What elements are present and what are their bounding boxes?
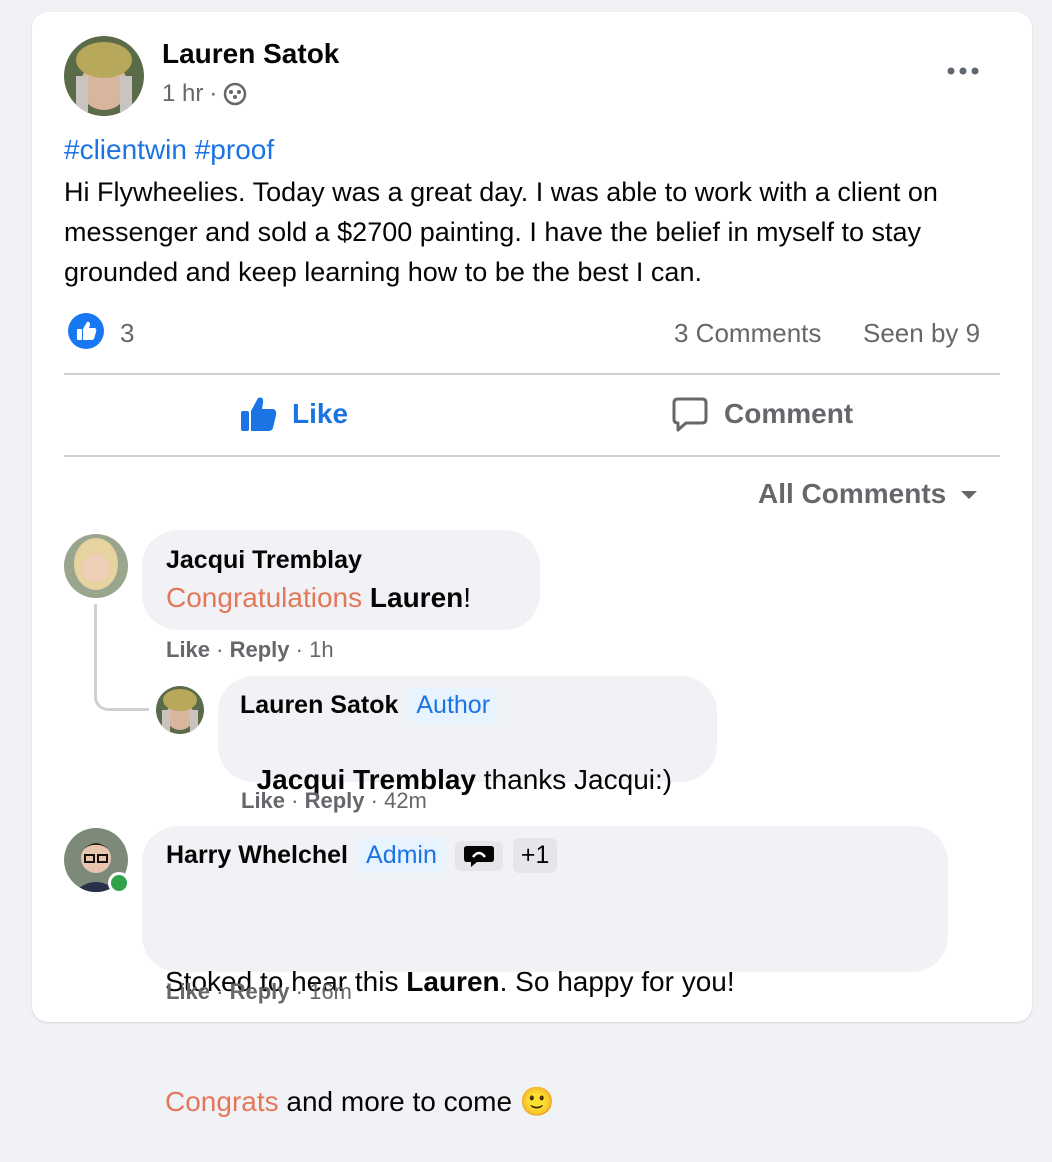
comment-time[interactable]: 16m (309, 979, 352, 1004)
mention-text: Lauren (406, 966, 500, 997)
comment-label: Comment (724, 398, 854, 429)
reply-text: Jacqui Tremblay thanks Jacqui:) (256, 764, 673, 795)
like-button[interactable]: Like (240, 396, 348, 432)
reply-actions: Like · Reply · 42m (241, 788, 427, 813)
like-link[interactable]: Like (166, 979, 210, 1004)
comment-time[interactable]: 1h (309, 637, 333, 662)
thread-connector (94, 604, 149, 711)
sort-label: All Comments (758, 478, 947, 509)
extra-badges-count[interactable]: +1 (512, 838, 558, 873)
like-label: Like (292, 398, 349, 429)
author-avatar[interactable] (64, 36, 144, 116)
comment-author[interactable]: Jacqui Tremblay (166, 546, 362, 575)
reply-link[interactable]: Reply (305, 788, 365, 813)
like-link[interactable]: Like (166, 637, 210, 662)
reply-header: Lauren Satok Author (240, 688, 499, 723)
comment-actions: Like · Reply · 16m (166, 979, 352, 1004)
more-icon[interactable] (946, 64, 982, 78)
reply-author[interactable]: Lauren Satok (240, 691, 398, 720)
divider-bottom (64, 455, 1000, 457)
post-body: Hi Flywheelies. Today was a great day. I… (64, 177, 938, 287)
comment-actions: Like · Reply · 1h (166, 637, 334, 662)
reply-avatar[interactable] (156, 686, 204, 734)
post-meta: 1 hr · (162, 80, 247, 108)
comment-header: Harry Whelchel Admin +1 (166, 838, 558, 873)
seen-by[interactable]: Seen by 9 (863, 318, 980, 349)
post-time[interactable]: 1 hr (162, 80, 203, 108)
mention-text: Lauren (369, 582, 464, 613)
highlight-text[interactable]: Congrats (165, 1086, 279, 1117)
post-hashtags[interactable]: #clientwin #proof (64, 134, 274, 166)
badge-icon[interactable] (454, 840, 503, 871)
smile-emoji: 🙂 (519, 1085, 555, 1118)
comment-text: Stoked to hear this Lauren. So happy for… (165, 966, 735, 1118)
post-author-name[interactable]: Lauren Satok (162, 38, 339, 70)
comment-sort-dropdown[interactable]: All Comments (758, 478, 978, 510)
like-reaction-icon[interactable] (68, 313, 104, 349)
reply-link[interactable]: Reply (230, 637, 290, 662)
dropdown-caret-icon (960, 488, 978, 500)
comment-bubble (142, 530, 540, 630)
comment-time[interactable]: 42m (384, 788, 427, 813)
group-privacy-icon[interactable] (223, 82, 247, 106)
like-count[interactable]: 3 (120, 318, 134, 349)
reply-link[interactable]: Reply (230, 979, 290, 1004)
comment-author[interactable]: Harry Whelchel (166, 841, 348, 870)
online-indicator (108, 872, 130, 894)
highlight-text[interactable]: Congratulations (166, 582, 362, 613)
author-badge: Author (408, 688, 499, 723)
admin-badge: Admin (358, 838, 445, 873)
like-thumb-icon (240, 396, 278, 432)
comments-count[interactable]: 3 Comments (674, 318, 821, 349)
comment-icon (672, 396, 708, 432)
like-link[interactable]: Like (241, 788, 285, 813)
comment-text: Congratulations Lauren! (166, 582, 472, 613)
divider-top (64, 373, 1000, 375)
comment-avatar[interactable] (64, 534, 128, 598)
comment-button[interactable]: Comment (672, 396, 853, 432)
